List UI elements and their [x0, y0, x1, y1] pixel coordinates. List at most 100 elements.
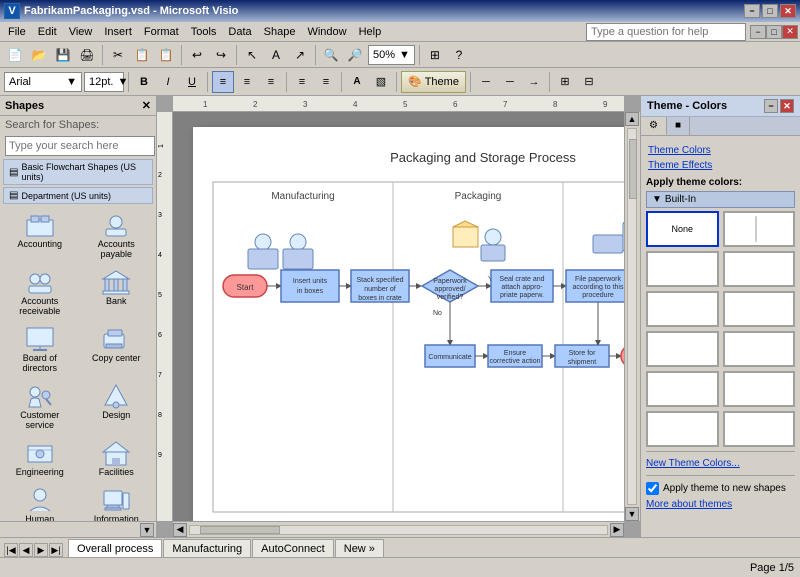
- align-right-btn[interactable]: ≡: [260, 71, 282, 93]
- zoom-out-btn[interactable]: 🔎: [344, 44, 366, 66]
- tab-new[interactable]: New »: [335, 539, 384, 557]
- copy-btn[interactable]: 📋: [131, 44, 153, 66]
- cut-btn[interactable]: ✂: [107, 44, 129, 66]
- tab-last-btn[interactable]: ▶|: [49, 543, 63, 557]
- line-end-btn[interactable]: →: [523, 71, 545, 93]
- tab-manufacturing[interactable]: Manufacturing: [163, 539, 251, 557]
- align-shape-btn[interactable]: ⊞: [554, 71, 576, 93]
- menu-data[interactable]: Data: [222, 24, 257, 40]
- maximize-btn[interactable]: □: [762, 4, 778, 18]
- redo-btn[interactable]: ↪: [210, 44, 232, 66]
- underline-btn[interactable]: U: [181, 71, 203, 93]
- tab-autoconnect[interactable]: AutoConnect: [252, 539, 334, 557]
- diagram-page[interactable]: Packaging and Storage Process Manufactur…: [193, 127, 624, 521]
- help-panel-min[interactable]: −: [750, 25, 766, 39]
- pointer-btn[interactable]: ↖: [241, 44, 263, 66]
- text-btn[interactable]: A: [265, 44, 287, 66]
- theme-tab-settings[interactable]: ⚙: [641, 117, 667, 135]
- minimize-btn[interactable]: −: [744, 4, 760, 18]
- swatch-4[interactable]: [723, 291, 796, 327]
- shape-board[interactable]: Board of directors: [2, 321, 78, 377]
- shapes-scroll[interactable]: Accounting Accounts payable Accounts rec…: [0, 205, 156, 521]
- category-department[interactable]: ▤ Department (US units): [3, 187, 153, 204]
- tab-next-btn[interactable]: ▶: [34, 543, 48, 557]
- font-color-btn[interactable]: A: [346, 71, 368, 93]
- menu-window[interactable]: Window: [301, 24, 352, 40]
- shape-search-input[interactable]: [5, 136, 155, 156]
- shape-facilities[interactable]: Facilities: [79, 435, 155, 481]
- swatch-0[interactable]: [723, 211, 796, 247]
- builtin-header[interactable]: ▼ Built-In: [646, 191, 795, 208]
- theme-panel-close[interactable]: ✕: [780, 99, 794, 113]
- bullet-btn[interactable]: ≡: [291, 71, 313, 93]
- theme-effects-link[interactable]: Theme Effects: [646, 160, 795, 171]
- swatch-9[interactable]: [646, 411, 719, 447]
- help-search-input[interactable]: [586, 23, 746, 41]
- shapes-scrollbar[interactable]: ▼: [0, 521, 156, 537]
- swatch-10[interactable]: [723, 411, 796, 447]
- scroll-down-btn[interactable]: ▼: [625, 507, 639, 521]
- italic-btn[interactable]: I: [157, 71, 179, 93]
- theme-btn[interactable]: 🎨 Theme: [401, 71, 466, 93]
- category-basic-flowchart[interactable]: ▤ Basic Flowchart Shapes (US units): [3, 159, 153, 185]
- shape-accounting[interactable]: Accounting: [2, 207, 78, 263]
- scrollbar-horizontal[interactable]: ◀ ▶: [173, 521, 624, 537]
- swatch-6[interactable]: [723, 331, 796, 367]
- menu-help[interactable]: Help: [353, 24, 388, 40]
- bold-btn[interactable]: B: [133, 71, 155, 93]
- menu-file[interactable]: File: [2, 24, 32, 40]
- shape-accounts-receivable[interactable]: Accounts receivable: [2, 264, 78, 320]
- menu-shape[interactable]: Shape: [258, 24, 302, 40]
- scroll-thumb-v[interactable]: [629, 139, 637, 199]
- new-btn[interactable]: 📄: [4, 44, 26, 66]
- tab-first-btn[interactable]: |◀: [4, 543, 18, 557]
- canvas-scroll-area[interactable]: Packaging and Storage Process Manufactur…: [173, 112, 624, 521]
- save-btn[interactable]: 💾: [52, 44, 74, 66]
- tab-prev-btn[interactable]: ◀: [19, 543, 33, 557]
- help-panel-close[interactable]: ✕: [782, 25, 798, 39]
- apply-new-shapes-checkbox[interactable]: [646, 482, 659, 495]
- shape-copy-center[interactable]: Copy center: [79, 321, 155, 377]
- line-style-btn[interactable]: ─: [475, 71, 497, 93]
- scroll-left-btn[interactable]: ◀: [173, 523, 187, 537]
- theme-panel-min[interactable]: −: [764, 99, 778, 113]
- swatch-7[interactable]: [646, 371, 719, 407]
- shape-hr[interactable]: Human resources: [2, 482, 78, 521]
- scrollbar-vertical[interactable]: ▲ ▼: [624, 112, 640, 521]
- tab-overall-process[interactable]: Overall process: [68, 539, 162, 557]
- open-btn[interactable]: 📂: [28, 44, 50, 66]
- swatch-5[interactable]: [646, 331, 719, 367]
- fill-color-btn[interactable]: ▧: [370, 71, 392, 93]
- theme-colors-link[interactable]: Theme Colors: [646, 145, 795, 156]
- close-btn[interactable]: ✕: [780, 4, 796, 18]
- zoom-dropdown[interactable]: 50% ▼: [368, 45, 415, 65]
- menu-format[interactable]: Format: [138, 24, 185, 40]
- distribute-btn[interactable]: ⊟: [578, 71, 600, 93]
- align-center-btn[interactable]: ≡: [236, 71, 258, 93]
- shape-engineering[interactable]: Engineering: [2, 435, 78, 481]
- shape-info-services[interactable]: Information services: [79, 482, 155, 521]
- menu-view[interactable]: View: [63, 24, 99, 40]
- shape-customer-service[interactable]: Customer service: [2, 378, 78, 434]
- scroll-track-h[interactable]: [189, 525, 608, 535]
- scroll-track-v[interactable]: [627, 128, 637, 505]
- scroll-thumb-h[interactable]: [200, 526, 280, 534]
- connector-btn[interactable]: ↗: [289, 44, 311, 66]
- undo-btn[interactable]: ↩: [186, 44, 208, 66]
- help-btn[interactable]: ?: [448, 44, 470, 66]
- print-btn[interactable]: 🖨: [76, 44, 98, 66]
- menu-edit[interactable]: Edit: [32, 24, 63, 40]
- menu-tools[interactable]: Tools: [185, 24, 223, 40]
- swatch-8[interactable]: [723, 371, 796, 407]
- scroll-right-btn[interactable]: ▶: [610, 523, 624, 537]
- shape-design[interactable]: Design: [79, 378, 155, 434]
- shape-bank[interactable]: Bank: [79, 264, 155, 320]
- scroll-up-btn[interactable]: ▲: [625, 112, 639, 126]
- paste-btn[interactable]: 📋: [155, 44, 177, 66]
- shapes-scroll-down[interactable]: ▼: [140, 523, 154, 537]
- fullscreen-btn[interactable]: ⊞: [424, 44, 446, 66]
- menu-insert[interactable]: Insert: [98, 24, 138, 40]
- shape-accounts-payable[interactable]: Accounts payable: [79, 207, 155, 263]
- canvas-area[interactable]: 1 2 3 4 5 6 7 8 9 10 11 1 2 3 4 5 6: [157, 96, 640, 537]
- align-left-btn[interactable]: ≡: [212, 71, 234, 93]
